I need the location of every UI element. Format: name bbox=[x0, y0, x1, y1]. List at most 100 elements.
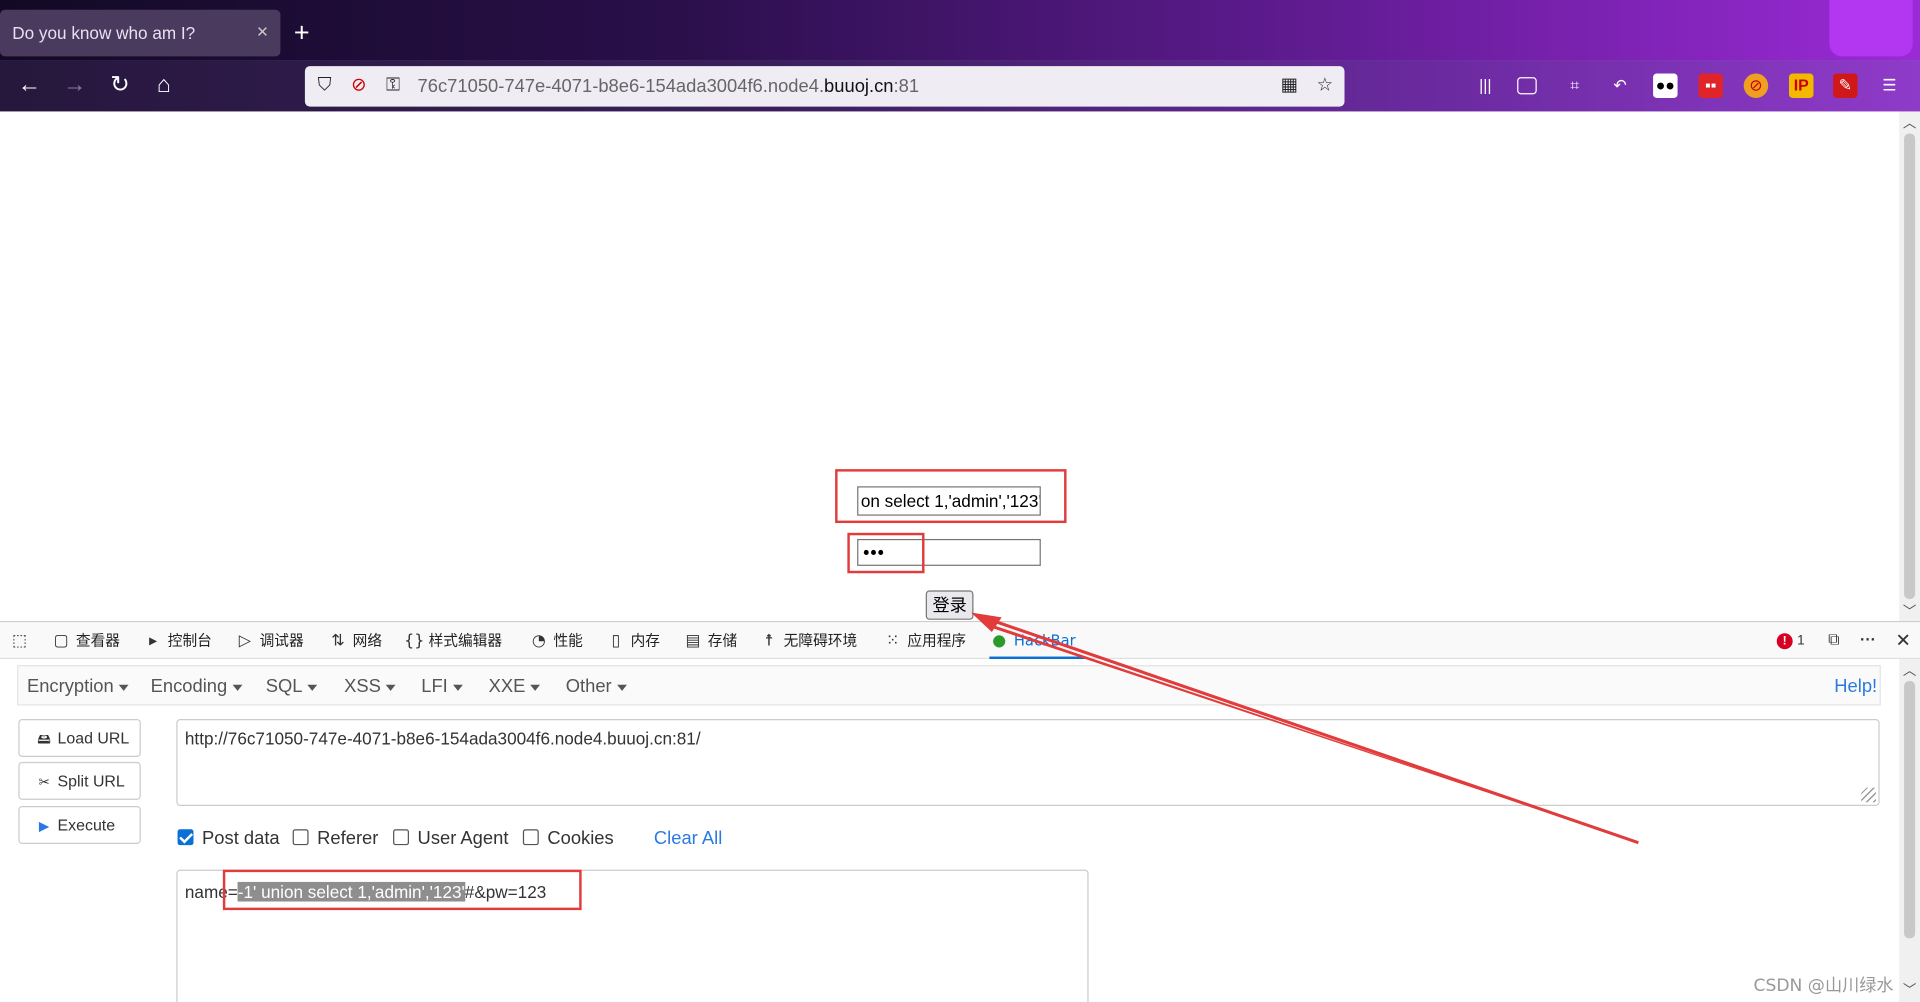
home-icon[interactable]: ⌂ bbox=[149, 71, 178, 100]
devtools-scrollbar[interactable]: ︿ ﹀ bbox=[1899, 658, 1920, 1002]
devtools-scroll-thumb[interactable] bbox=[1904, 681, 1916, 939]
browser-tab[interactable]: Do you know who am I? × bbox=[0, 9, 281, 57]
style-editor-icon: {} bbox=[404, 632, 425, 651]
url-text[interactable]: 76c71050-747e-4071-b8e6-154ada3004f6.nod… bbox=[418, 76, 919, 97]
clear-all-link[interactable]: Clear All bbox=[654, 828, 722, 849]
sidebar-icon[interactable] bbox=[1517, 77, 1537, 95]
tab-storage[interactable]: ▤ 存储 bbox=[683, 622, 738, 659]
hackbar-extension-icon[interactable]: ✎ bbox=[1833, 73, 1858, 98]
crop-screenshot-icon[interactable]: ⌗ bbox=[1562, 73, 1586, 97]
tab-accessibility[interactable]: ☨ 无障碍环境 bbox=[759, 622, 858, 659]
scroll-up-icon[interactable]: ︿ bbox=[1903, 113, 1916, 133]
tab-performance[interactable]: ◔ 性能 bbox=[529, 622, 583, 659]
browser-navbar: ← → ↻ ⌂ ⛉ ⊘ ⚿ 76c71050-747e-4071-b8e6-15… bbox=[0, 60, 1920, 112]
highlight-box-payload bbox=[222, 869, 582, 911]
error-counter[interactable]: ! 1 bbox=[1776, 630, 1805, 650]
help-link[interactable]: Help! bbox=[1834, 676, 1877, 697]
page-scroll-thumb[interactable] bbox=[1904, 133, 1916, 599]
performance-icon: ◔ bbox=[531, 632, 546, 651]
tampermonkey-icon[interactable]: ●● bbox=[1653, 73, 1678, 98]
menu-lfi[interactable]: LFI bbox=[421, 676, 463, 697]
storage-icon: ▤ bbox=[685, 632, 701, 651]
ip-extension-icon[interactable]: IP bbox=[1788, 73, 1814, 98]
new-tab-button[interactable]: + bbox=[294, 16, 310, 50]
scroll-down-icon[interactable]: ﹀ bbox=[1903, 980, 1916, 1000]
user-agent-checkbox[interactable]: User Agent bbox=[393, 828, 508, 849]
execute-play-icon: ▶ bbox=[38, 818, 50, 834]
more-options-icon[interactable]: ··· bbox=[1860, 630, 1876, 648]
login-button[interactable]: 登录 bbox=[925, 590, 974, 620]
scroll-down-icon[interactable]: ﹀ bbox=[1903, 601, 1916, 621]
tab-debugger[interactable]: ▷ 调试器 bbox=[235, 622, 304, 659]
accessibility-icon: ☨ bbox=[764, 632, 774, 651]
chevron-down-icon bbox=[232, 684, 242, 691]
memory-icon: ▯ bbox=[611, 632, 621, 651]
tab-memory[interactable]: ▯ 内存 bbox=[606, 622, 660, 659]
chevron-down-icon bbox=[616, 684, 627, 691]
browser-titlebar: Do you know who am I? × + bbox=[0, 0, 1920, 61]
chevron-down-icon bbox=[307, 684, 318, 691]
url-textarea[interactable]: http://76c71050-747e-4071-b8e6-154ada300… bbox=[176, 719, 1880, 806]
shield-icon[interactable]: ⛉ bbox=[312, 73, 336, 97]
menu-xxe[interactable]: XXE bbox=[489, 676, 541, 697]
load-url-button[interactable]: 🖴 Load URL bbox=[18, 719, 141, 757]
block-extension-icon[interactable]: ⊘ bbox=[1743, 73, 1769, 98]
insecure-lock-icon[interactable]: ⊘ bbox=[347, 73, 371, 97]
tab-hackbar[interactable]: ● HackBar bbox=[989, 622, 1086, 659]
csdn-watermark: CSDN @山川绿水 bbox=[1753, 976, 1894, 996]
post-data-checkbox[interactable]: Post data bbox=[177, 828, 280, 849]
cookies-checkbox[interactable]: Cookies bbox=[522, 828, 614, 849]
error-icon: ! bbox=[1776, 633, 1793, 650]
element-picker-icon[interactable]: ⬚ bbox=[10, 622, 34, 659]
key-icon[interactable]: ⚿ bbox=[381, 73, 405, 97]
extension-red-icon[interactable]: ▪▪ bbox=[1698, 73, 1723, 98]
undo-icon[interactable]: ↶ bbox=[1608, 73, 1632, 97]
referer-checkbox[interactable]: Referer bbox=[292, 828, 378, 849]
checkbox-icon bbox=[522, 829, 539, 846]
highlight-box-username bbox=[835, 469, 1067, 524]
split-url-button[interactable]: ✂ Split URL bbox=[18, 761, 141, 800]
bookmark-star-icon[interactable]: ☆ bbox=[1313, 73, 1337, 97]
tab-title: Do you know who am I? bbox=[12, 23, 196, 43]
back-arrow-icon[interactable]: ← bbox=[15, 71, 44, 100]
chevron-down-icon bbox=[118, 684, 129, 691]
menu-hamburger-icon[interactable]: ☰ bbox=[1877, 73, 1901, 97]
checkbox-icon bbox=[292, 829, 309, 846]
menu-encryption[interactable]: Encryption bbox=[27, 676, 129, 697]
hackbar-globe-icon: ● bbox=[992, 632, 1007, 651]
menu-xss[interactable]: XSS bbox=[344, 676, 396, 697]
close-devtools-icon[interactable]: ✕ bbox=[1896, 630, 1911, 652]
tab-inspector[interactable]: ▢ 查看器 bbox=[51, 622, 120, 659]
twitch-logo-icon bbox=[1829, 0, 1913, 57]
hackbar-menu: Encryption Encoding SQL XSS LFI XXE Othe… bbox=[17, 665, 1881, 706]
tab-network[interactable]: ⇅ 网络 bbox=[328, 622, 382, 659]
responsive-mode-icon[interactable]: ⧉ bbox=[1828, 630, 1839, 650]
page-content: on select 1,'admin','123' ••• 登录 bbox=[0, 111, 1900, 622]
checkbox-checked-icon bbox=[177, 829, 194, 846]
forward-arrow-icon[interactable]: → bbox=[60, 71, 89, 100]
tab-style-editor[interactable]: {} 样式编辑器 bbox=[404, 622, 502, 659]
library-icon[interactable]: ||| bbox=[1473, 73, 1497, 97]
qr-code-icon[interactable]: ▦ bbox=[1277, 73, 1301, 97]
address-bar[interactable]: ⛉ ⊘ ⚿ 76c71050-747e-4071-b8e6-154ada3004… bbox=[304, 66, 1345, 107]
resize-grip-icon[interactable] bbox=[1861, 787, 1876, 803]
tab-console[interactable]: ▸ 控制台 bbox=[143, 622, 212, 659]
checkbox-icon bbox=[393, 829, 409, 846]
tab-close-icon[interactable]: × bbox=[257, 10, 268, 57]
scroll-up-icon[interactable]: ︿ bbox=[1903, 660, 1916, 680]
console-icon: ▸ bbox=[149, 632, 158, 651]
network-icon: ⇅ bbox=[331, 632, 345, 651]
menu-other[interactable]: Other bbox=[566, 676, 627, 697]
reload-icon[interactable]: ↻ bbox=[105, 71, 134, 100]
execute-button[interactable]: ▶ Execute bbox=[18, 805, 141, 844]
chevron-down-icon bbox=[452, 684, 463, 691]
chevron-down-icon bbox=[530, 684, 541, 691]
split-url-icon: ✂ bbox=[38, 774, 50, 790]
tab-application[interactable]: ⁙ 应用程序 bbox=[883, 622, 966, 659]
chevron-down-icon bbox=[385, 684, 396, 691]
inspector-icon: ▢ bbox=[53, 632, 69, 651]
menu-sql[interactable]: SQL bbox=[266, 676, 318, 697]
menu-encoding[interactable]: Encoding bbox=[151, 676, 242, 697]
page-scrollbar[interactable]: ︿ ﹀ bbox=[1899, 111, 1920, 622]
load-url-icon: 🖴 bbox=[37, 731, 51, 747]
